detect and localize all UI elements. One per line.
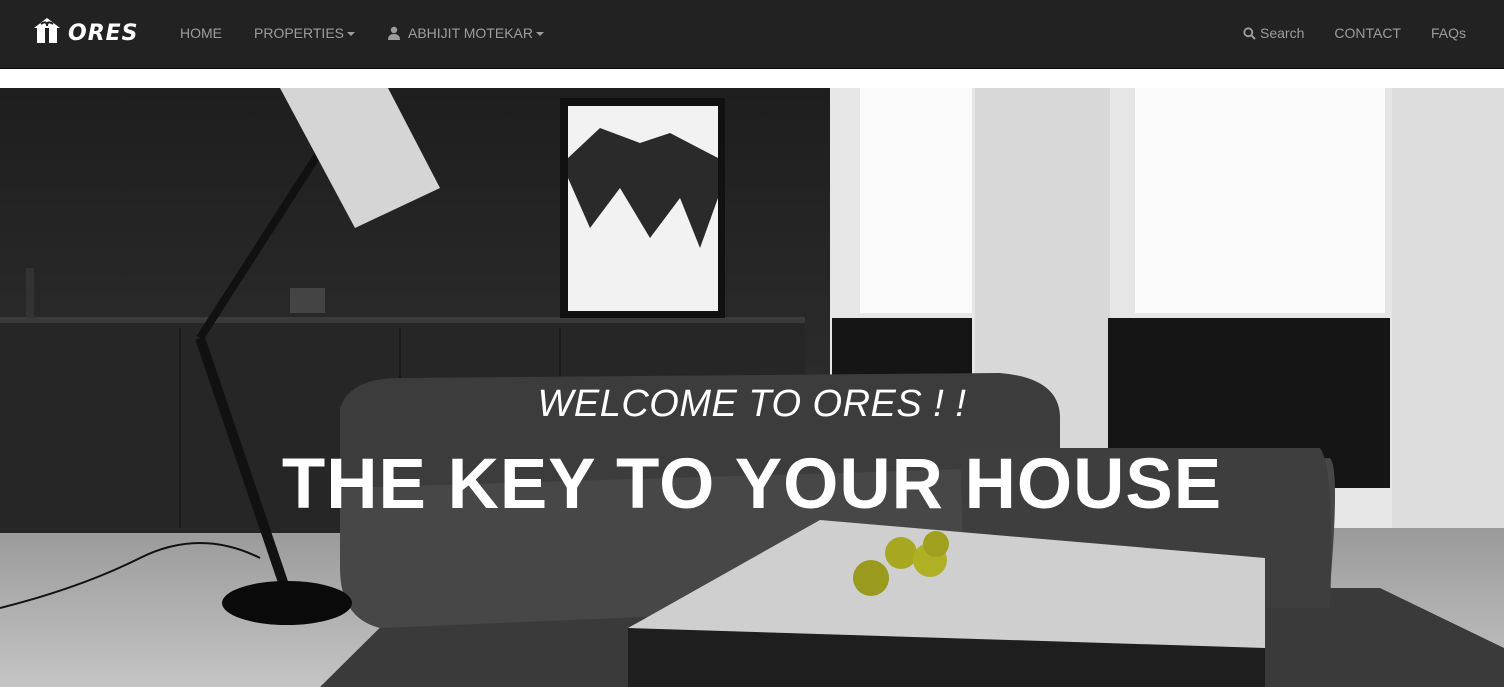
caret-down-icon <box>535 32 544 36</box>
nav-search[interactable]: Search <box>1243 25 1304 41</box>
house-gift-icon <box>32 16 62 51</box>
nav-search-label: Search <box>1260 25 1305 41</box>
hero-subtitle: WELCOME TO ORES ! ! <box>537 383 967 425</box>
nav-contact-label: CONTACT <box>1334 25 1401 41</box>
nav-faqs[interactable]: FAQs <box>1431 25 1466 41</box>
nav-contact[interactable]: CONTACT <box>1334 25 1401 41</box>
hero-title: THE KEY TO YOUR HOUSE <box>281 445 1223 524</box>
nav-left: HOME PROPERTIES ABHIJIT MOTEKAR <box>180 0 576 66</box>
nav-user-dropdown[interactable]: ABHIJIT MOTEKAR <box>387 25 544 41</box>
nav-faqs-label: FAQs <box>1430 25 1466 41</box>
user-icon <box>387 26 401 40</box>
nav-home[interactable]: HOME <box>180 25 222 41</box>
brand-name: ORES <box>68 20 139 46</box>
search-icon <box>1243 26 1256 40</box>
caret-down-icon <box>347 32 355 36</box>
hero-banner: WELCOME TO ORES ! ! THE KEY TO YOUR HOUS… <box>0 88 1504 687</box>
nav-properties-label: PROPERTIES <box>254 25 344 41</box>
nav-home-label: HOME <box>180 25 222 41</box>
nav-user-label: ABHIJIT MOTEKAR <box>408 25 533 41</box>
nav-right: Search CONTACT FAQs <box>1213 0 1466 66</box>
nav-properties-dropdown[interactable]: PROPERTIES <box>254 25 355 41</box>
brand-logo-link[interactable]: ORES <box>32 14 139 52</box>
navbar: ORES HOME PROPERTIES ABHIJIT MOTEKAR Sea… <box>0 0 1504 69</box>
